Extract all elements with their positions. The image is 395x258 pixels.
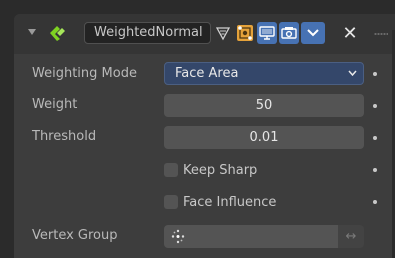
vertex-group-label: Vertex Group [32,228,118,243]
drag-handle-icon[interactable] [374,32,388,36]
face-influence-label: Face Influence [183,194,277,210]
keep-sharp-checkbox-row[interactable]: Keep Sharp [164,160,257,180]
render-toggle[interactable] [279,22,299,44]
delete-modifier-button[interactable]: ✕ [341,22,359,44]
swap-arrows-icon: ↔ [345,229,357,244]
weighted-normal-modifier-icon [50,26,65,41]
weight-label: Weight [32,97,78,112]
face-influence-checkbox-row[interactable]: Face Influence [164,192,276,212]
chevron-down-icon [307,29,319,37]
keyframe-dot-icon[interactable] [373,200,377,204]
chevron-down-icon [348,70,357,77]
keyframe-dot-icon[interactable] [373,136,377,140]
edit-mode-toggle[interactable] [235,22,255,44]
threshold-field[interactable]: 0.01 [164,126,364,149]
keyframe-dot-icon[interactable] [373,72,377,76]
edit-mode-icon [237,25,253,41]
weighting-mode-dropdown[interactable]: Face Area [164,62,364,85]
disclosure-triangle-icon[interactable] [28,29,36,35]
viewport-toggle[interactable] [257,22,277,44]
on-cage-toggle[interactable] [213,22,233,44]
keyframe-dot-icon[interactable] [373,168,377,172]
modifier-menu-button[interactable] [301,22,325,44]
viewport-display-icon [259,26,275,40]
modifier-header: WeightedNormal ✕ [14,14,395,54]
keep-sharp-checkbox[interactable] [164,163,178,177]
vertex-group-field[interactable] [164,225,338,248]
weighting-mode-label: Weighting Mode [32,66,137,81]
weight-field[interactable]: 50 [164,94,364,117]
keep-sharp-label: Keep Sharp [183,162,258,178]
modifier-panel: WeightedNormal ✕ Weighting Mode Face Are… [14,14,395,258]
keyframe-dot-icon[interactable] [373,104,377,108]
modifier-name-input[interactable]: WeightedNormal [84,22,211,44]
face-influence-checkbox[interactable] [164,195,178,209]
weighting-mode-value: Face Area [175,66,239,81]
vertex-group-icon [171,229,185,244]
on-cage-triangle-icon [215,27,231,41]
invert-vertex-group-button[interactable]: ↔ [338,225,364,248]
render-camera-icon [281,27,297,39]
threshold-label: Threshold [32,129,97,144]
